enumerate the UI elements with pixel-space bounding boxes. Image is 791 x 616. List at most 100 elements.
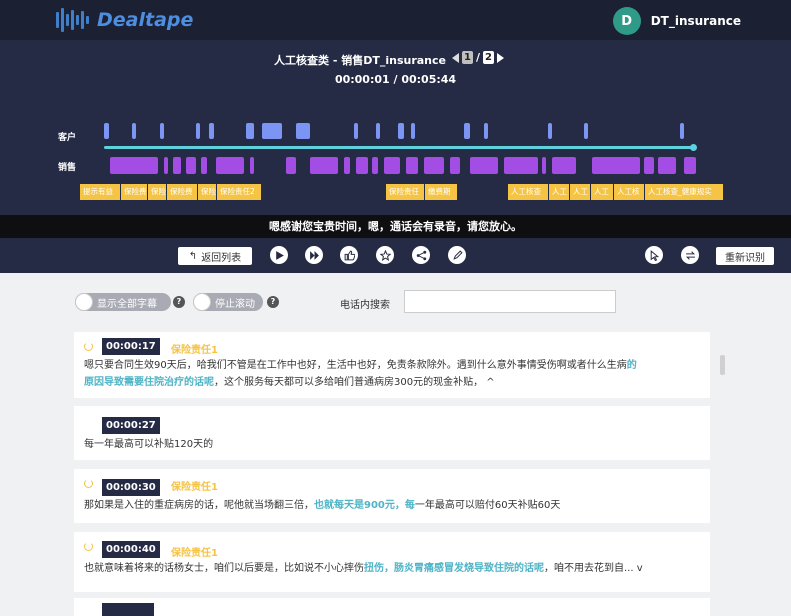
back-to-list-button[interactable]: ↰ 返回列表 <box>178 247 252 265</box>
sales-segment[interactable] <box>542 157 546 174</box>
customer-segment[interactable] <box>104 123 109 139</box>
keyword-tag[interactable]: 人工 <box>591 184 613 200</box>
return-icon: ↰ <box>188 250 198 262</box>
customer-segment[interactable] <box>196 123 200 139</box>
customer-segment[interactable] <box>548 123 552 139</box>
timestamp[interactable]: 00:00:27 <box>102 417 160 434</box>
expand-icon[interactable]: v <box>637 563 643 574</box>
refresh-icon[interactable] <box>84 479 93 488</box>
sales-segment[interactable] <box>310 157 338 174</box>
timestamp[interactable]: 00:00:17 <box>102 338 160 355</box>
transcript-card[interactable]: 00:00:27 每一年最高可以补贴120天的 <box>74 406 710 460</box>
sales-segment[interactable] <box>216 157 244 174</box>
customer-segment[interactable] <box>132 123 136 139</box>
transcript-text: 每一年最高可以补贴120天的 <box>84 439 214 450</box>
play-icon[interactable] <box>270 246 288 264</box>
sales-segment[interactable] <box>684 157 696 174</box>
customer-segment[interactable] <box>464 123 470 139</box>
keyword-tag[interactable]: 人工 <box>570 184 590 200</box>
collapse-icon[interactable]: ^ <box>486 377 494 388</box>
keyword-tag[interactable]: 保险 <box>148 184 166 200</box>
star-icon[interactable] <box>376 246 394 264</box>
fast-forward-icon[interactable] <box>305 246 323 264</box>
avatar[interactable]: D <box>612 7 641 35</box>
customer-segment[interactable] <box>262 123 282 139</box>
next-page-icon[interactable] <box>497 52 505 63</box>
timestamp[interactable]: 00:00:40 <box>102 541 160 558</box>
keyword-tag[interactable]: 人工核查 <box>508 184 548 200</box>
customer-segment[interactable] <box>411 123 415 139</box>
sales-segment[interactable] <box>644 157 654 174</box>
keyword-tag[interactable]: 人工核 <box>614 184 644 200</box>
sales-segment[interactable] <box>164 157 168 174</box>
playback-progress-bar[interactable] <box>104 146 696 149</box>
sales-segment[interactable] <box>450 157 460 174</box>
sales-segment[interactable] <box>470 157 498 174</box>
pointer-icon[interactable] <box>645 246 663 264</box>
sales-segment[interactable] <box>356 157 368 174</box>
keyword-tag[interactable]: 人工核查_健康规实 <box>645 184 723 200</box>
sales-segment[interactable] <box>186 157 196 174</box>
sales-segment[interactable] <box>201 157 207 174</box>
sales-segment[interactable] <box>173 157 181 174</box>
refresh-icon[interactable] <box>84 342 93 351</box>
transcript-card[interactable] <box>74 598 710 616</box>
keyword-tag[interactable]: 保险费 <box>167 184 197 200</box>
stop-scroll-toggle[interactable]: 停止滚动 <box>193 293 263 311</box>
prev-page-icon[interactable] <box>452 52 459 63</box>
sales-segment[interactable] <box>406 157 418 174</box>
scrollbar-thumb[interactable] <box>720 355 725 375</box>
timestamp[interactable]: 00:00:30 <box>102 479 160 496</box>
sales-segment[interactable] <box>592 157 640 174</box>
edit-icon[interactable] <box>448 246 466 264</box>
call-search-input[interactable] <box>404 290 616 313</box>
help-icon[interactable]: ? <box>173 296 185 308</box>
keyword-tag[interactable]: 保险责任2 <box>217 184 261 200</box>
logo-bars-icon <box>56 6 89 34</box>
page-switcher: 1 / 2 <box>452 51 505 64</box>
sales-segment[interactable] <box>344 157 350 174</box>
show-all-captions-toggle[interactable]: 显示全部字幕 <box>75 293 171 311</box>
user-menu[interactable]: D DT_insurance <box>612 7 741 35</box>
current-page[interactable]: 1 <box>462 51 473 64</box>
customer-segment[interactable] <box>680 123 684 139</box>
sales-segment[interactable] <box>110 157 158 174</box>
customer-segment[interactable] <box>376 123 380 139</box>
timestamp[interactable] <box>102 603 154 616</box>
keyword-tag[interactable]: 保险费 <box>121 184 147 200</box>
transcript-card[interactable]: 00:00:40 保险责任1 也就意味着将来的话杨女士，咱们以后要是，比如说不小… <box>74 532 710 592</box>
customer-segment[interactable] <box>160 123 164 139</box>
sales-segment[interactable] <box>424 157 444 174</box>
keyword-tag[interactable]: 保险责任 <box>386 184 424 200</box>
sales-segment[interactable] <box>372 157 378 174</box>
transcript-card[interactable]: 00:00:30 保险责任1 那如果是入住的重症病房的话，呢他就当场翻三倍，也就… <box>74 469 710 523</box>
keyword-tag[interactable]: 缴费期 <box>425 184 457 200</box>
transcript-card[interactable]: 00:00:17 保险责任1 嗯只要合同生效90天后，哈我们不管是在工作中也好，… <box>74 332 710 398</box>
swap-icon[interactable] <box>681 246 699 264</box>
customer-segment[interactable] <box>398 123 404 139</box>
sales-segment[interactable] <box>552 157 576 174</box>
sales-segment[interactable] <box>658 157 676 174</box>
keyword-tag[interactable]: 人工 <box>549 184 569 200</box>
customer-segment[interactable] <box>584 123 588 139</box>
share-icon[interactable] <box>412 246 430 264</box>
toggle-knob <box>75 293 93 311</box>
customer-segment[interactable] <box>209 123 214 139</box>
keyword-tag[interactable]: 保险 <box>198 184 216 200</box>
help-icon[interactable]: ? <box>267 296 279 308</box>
refresh-icon[interactable] <box>84 542 93 551</box>
customer-segment[interactable] <box>354 123 358 139</box>
thumbs-up-icon[interactable] <box>340 246 358 264</box>
re-identify-button[interactable]: 重新识别 <box>716 247 774 265</box>
sales-segment[interactable] <box>504 157 538 174</box>
sales-segment[interactable] <box>286 157 296 174</box>
dealtape-logo[interactable]: Dealtape <box>56 6 193 34</box>
sales-segment[interactable] <box>250 157 254 174</box>
progress-handle[interactable] <box>690 144 697 151</box>
total-pages[interactable]: 2 <box>483 51 495 64</box>
customer-segment[interactable] <box>484 123 488 139</box>
customer-segment[interactable] <box>246 123 254 139</box>
keyword-tag[interactable]: 提示有益 <box>80 184 120 200</box>
customer-segment[interactable] <box>296 123 310 139</box>
sales-segment[interactable] <box>384 157 400 174</box>
